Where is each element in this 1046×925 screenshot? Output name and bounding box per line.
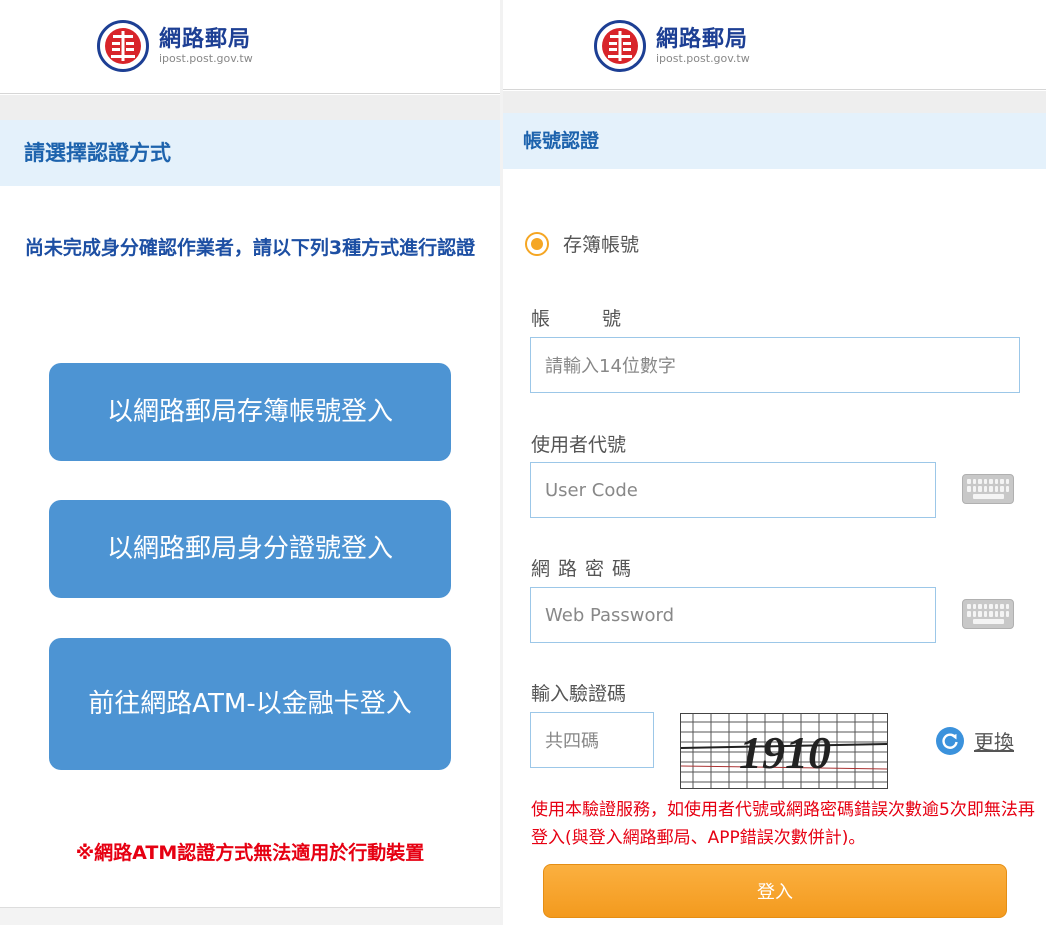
atm-login-button[interactable]: 前往網路ATM-以金融卡登入 <box>49 638 451 770</box>
account-auth-pane: 網路郵局 ipost.post.gov.tw 帳號認證 存簿帳號 帳號 請輸入1… <box>503 0 1046 925</box>
atm-warning: ※網路ATM認證方式無法適用於行動裝置 <box>75 842 425 864</box>
refresh-link[interactable]: 更換 <box>974 726 1014 755</box>
header-band <box>0 95 500 120</box>
captcha-text: 1910 <box>739 726 831 778</box>
user-code-input[interactable]: User Code <box>530 462 936 518</box>
login-rule-notice: 使用本驗證服務，如使用者代號或網路密碼錯誤次數逾5次即無法再登入(與登入網路郵局… <box>531 800 1035 848</box>
header: 網路郵局 ipost.post.gov.tw <box>0 0 500 94</box>
passbook-radio-label: 存簿帳號 <box>563 234 640 256</box>
captcha-image: 1910 <box>680 713 888 789</box>
account-label: 帳號 <box>531 308 622 330</box>
passbook-login-button[interactable]: 以網路郵局存簿帳號登入 <box>49 363 451 461</box>
password-label: 網路密碼 <box>531 558 640 580</box>
user-code-label: 使用者代號 <box>531 434 627 456</box>
post-logo-icon <box>97 20 149 72</box>
post-logo-icon <box>594 20 646 72</box>
brand-title: 網路郵局 <box>656 26 749 52</box>
brand-domain: ipost.post.gov.tw <box>159 52 253 65</box>
password-input[interactable]: Web Password <box>530 587 936 643</box>
brand-title: 網路郵局 <box>159 26 252 52</box>
captcha-refresh[interactable]: 更換 <box>936 726 1014 755</box>
radio-selected-icon[interactable] <box>525 231 549 256</box>
brand-domain: ipost.post.gov.tw <box>656 52 750 65</box>
account-input[interactable]: 請輸入14位數字 <box>530 337 1020 393</box>
footer-band <box>0 907 500 925</box>
login-button[interactable]: 登入 <box>543 864 1007 918</box>
captcha-input[interactable]: 共四碼 <box>530 712 654 768</box>
captcha-label: 輸入驗證碼 <box>531 683 627 705</box>
keyboard-icon[interactable] <box>962 599 1014 629</box>
passbook-radio[interactable]: 存簿帳號 <box>525 230 639 257</box>
header-band <box>503 91 1046 113</box>
auth-notice: 尚未完成身分確認作業者，請以下列3種方式進行認證 <box>24 237 476 259</box>
id-login-button[interactable]: 以網路郵局身分證號登入 <box>49 500 451 598</box>
post-logo[interactable]: 網路郵局 ipost.post.gov.tw <box>594 20 750 72</box>
post-logo[interactable]: 網路郵局 ipost.post.gov.tw <box>97 20 253 72</box>
auth-method-pane: 網路郵局 ipost.post.gov.tw 請選擇認證方式 尚未完成身分確認作… <box>0 0 500 925</box>
keyboard-icon[interactable] <box>962 474 1014 504</box>
header: 網路郵局 ipost.post.gov.tw <box>503 0 1046 90</box>
section-title: 請選擇認證方式 <box>0 120 500 186</box>
section-title: 帳號認證 <box>503 113 1046 169</box>
refresh-icon[interactable] <box>936 726 964 755</box>
